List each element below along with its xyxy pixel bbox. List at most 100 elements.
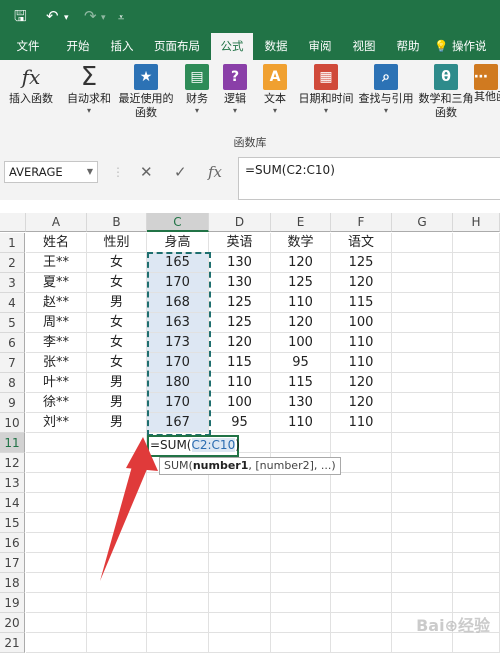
cell-h4[interactable]: [453, 293, 500, 313]
cell-c7[interactable]: 170: [147, 353, 209, 373]
cell-c16[interactable]: [147, 533, 209, 553]
cell-c17[interactable]: [147, 553, 209, 573]
cell-a15[interactable]: [26, 513, 87, 533]
cell-e3[interactable]: 125: [271, 273, 331, 293]
cell-a9[interactable]: 徐**: [26, 393, 87, 413]
cell-d9[interactable]: 100: [209, 393, 271, 413]
cell-a19[interactable]: [26, 593, 87, 613]
cell-f21[interactable]: [331, 633, 392, 653]
enter-icon[interactable]: ✓: [174, 163, 187, 181]
cell-g14[interactable]: [392, 493, 453, 513]
cell-e20[interactable]: [271, 613, 331, 633]
column-header-f[interactable]: F: [331, 213, 392, 232]
tab-page-layout[interactable]: 页面布局: [146, 33, 208, 60]
cell-f17[interactable]: [331, 553, 392, 573]
cell-f8[interactable]: 120: [331, 373, 392, 393]
cell-c15[interactable]: [147, 513, 209, 533]
recently-used-button[interactable]: ★ 最近使用的函数: [116, 64, 176, 130]
row-header-4[interactable]: 4: [0, 293, 25, 313]
tab-formulas[interactable]: 公式: [211, 33, 253, 60]
row-header-12[interactable]: 12: [0, 453, 25, 473]
cell-a1[interactable]: 姓名: [26, 233, 87, 253]
cell-c18[interactable]: [147, 573, 209, 593]
cell-f7[interactable]: 110: [331, 353, 392, 373]
tab-data[interactable]: 数据: [255, 33, 297, 60]
customize-qat-icon[interactable]: ⩡: [118, 9, 124, 27]
redo-icon[interactable]: ↷: [84, 7, 97, 25]
cell-d16[interactable]: [209, 533, 271, 553]
cell-e2[interactable]: 120: [271, 253, 331, 273]
cell-d5[interactable]: 125: [209, 313, 271, 333]
drag-handle-icon[interactable]: ⋮: [112, 163, 124, 181]
formula-input[interactable]: =SUM(C2:C10): [238, 157, 500, 200]
cell-f14[interactable]: [331, 493, 392, 513]
cell-h14[interactable]: [453, 493, 500, 513]
cell-a21[interactable]: [26, 633, 87, 653]
cell-f1[interactable]: 语文: [331, 233, 392, 253]
cancel-icon[interactable]: ✕: [140, 163, 153, 181]
cell-h3[interactable]: [453, 273, 500, 293]
cell-g17[interactable]: [392, 553, 453, 573]
cell-f11[interactable]: [331, 433, 392, 453]
cell-f3[interactable]: 120: [331, 273, 392, 293]
column-header-g[interactable]: G: [392, 213, 453, 232]
row-header-17[interactable]: 17: [0, 553, 25, 573]
cell-c19[interactable]: [147, 593, 209, 613]
cell-h8[interactable]: [453, 373, 500, 393]
cell-f20[interactable]: [331, 613, 392, 633]
cell-b12[interactable]: [87, 453, 147, 473]
row-header-6[interactable]: 6: [0, 333, 25, 353]
cell-b1[interactable]: 性别: [87, 233, 147, 253]
cell-f15[interactable]: [331, 513, 392, 533]
cell-g8[interactable]: [392, 373, 453, 393]
cell-e5[interactable]: 120: [271, 313, 331, 333]
cell-g6[interactable]: [392, 333, 453, 353]
cell-h10[interactable]: [453, 413, 500, 433]
row-header-19[interactable]: 19: [0, 593, 25, 613]
cell-g18[interactable]: [392, 573, 453, 593]
cell-e18[interactable]: [271, 573, 331, 593]
cell-e16[interactable]: [271, 533, 331, 553]
cell-b20[interactable]: [87, 613, 147, 633]
tab-help[interactable]: 帮助: [388, 33, 428, 60]
fx-icon[interactable]: fx: [208, 163, 222, 181]
tab-tell-me[interactable]: 💡 操作说: [434, 33, 500, 60]
column-header-a[interactable]: A: [26, 213, 87, 232]
chevron-down-icon[interactable]: ▼: [87, 162, 93, 182]
cell-a20[interactable]: [26, 613, 87, 633]
cell-h12[interactable]: [453, 453, 500, 473]
cell-a4[interactable]: 赵**: [26, 293, 87, 313]
cell-f16[interactable]: [331, 533, 392, 553]
cell-b8[interactable]: 男: [87, 373, 147, 393]
cell-a11[interactable]: [26, 433, 87, 453]
cell-b18[interactable]: [87, 573, 147, 593]
row-header-11[interactable]: 11: [0, 433, 25, 453]
row-header-14[interactable]: 14: [0, 493, 25, 513]
cell-e11[interactable]: [271, 433, 331, 453]
cell-e1[interactable]: 数学: [271, 233, 331, 253]
cell-d4[interactable]: 125: [209, 293, 271, 313]
cell-f10[interactable]: 110: [331, 413, 392, 433]
row-header-20[interactable]: 20: [0, 613, 25, 633]
text-button[interactable]: A 文本 ▾: [258, 64, 292, 130]
cell-d14[interactable]: [209, 493, 271, 513]
cell-b16[interactable]: [87, 533, 147, 553]
cell-b17[interactable]: [87, 553, 147, 573]
cell-h15[interactable]: [453, 513, 500, 533]
cell-e7[interactable]: 95: [271, 353, 331, 373]
cell-b15[interactable]: [87, 513, 147, 533]
cell-a7[interactable]: 张**: [26, 353, 87, 373]
cell-d8[interactable]: 110: [209, 373, 271, 393]
cell-f2[interactable]: 125: [331, 253, 392, 273]
cell-a17[interactable]: [26, 553, 87, 573]
save-icon[interactable]: 🖫: [14, 7, 27, 25]
cell-e14[interactable]: [271, 493, 331, 513]
cell-d6[interactable]: 120: [209, 333, 271, 353]
lookup-button[interactable]: ⌕ 查找与引用 ▾: [356, 64, 416, 130]
cell-c21[interactable]: [147, 633, 209, 653]
tab-file[interactable]: 文件: [4, 33, 52, 60]
column-header-d[interactable]: D: [209, 213, 271, 232]
date-time-button[interactable]: ▦ 日期和时间 ▾: [296, 64, 356, 130]
cell-d10[interactable]: 95: [209, 413, 271, 433]
redo-dropdown-icon[interactable]: ▾: [101, 9, 106, 27]
